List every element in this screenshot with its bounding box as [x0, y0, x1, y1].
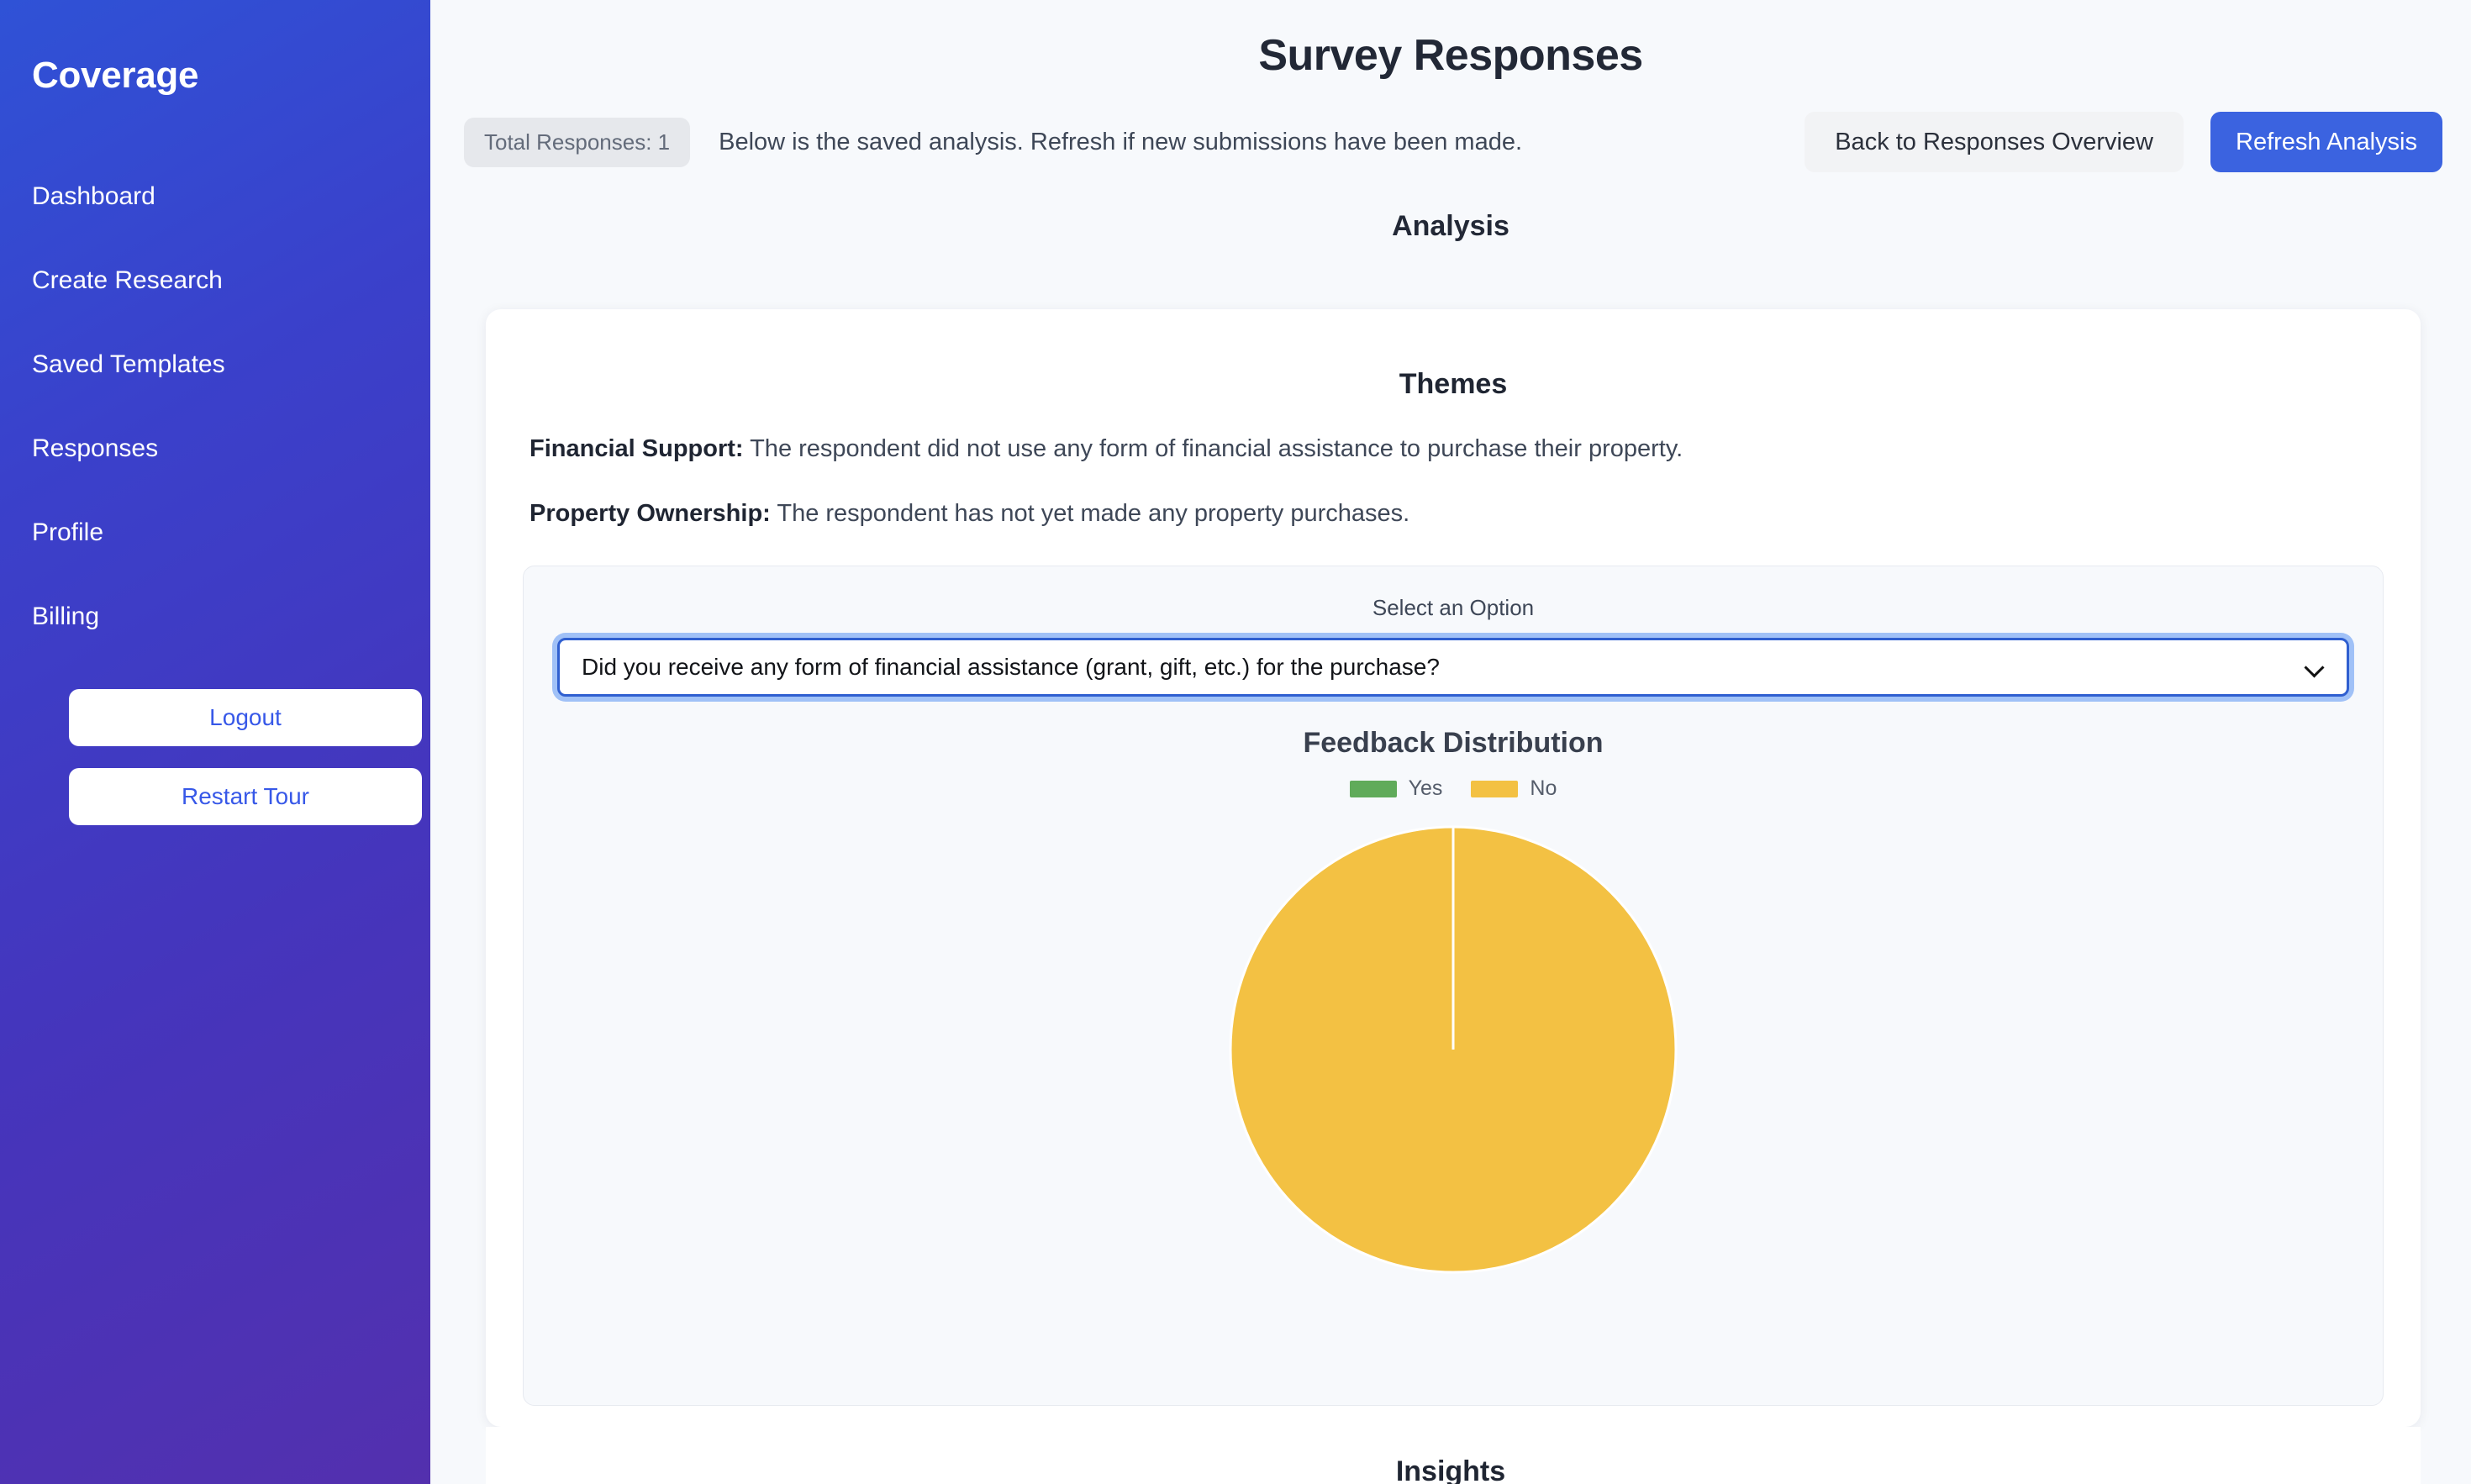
total-responses-badge: Total Responses: 1 — [464, 117, 691, 167]
themes-title: Themes — [1399, 368, 1508, 400]
back-to-responses-overview-button[interactable]: Back to Responses Overview — [1805, 112, 2184, 172]
pie-chart-area — [557, 823, 2349, 1276]
chart-panel: Select an Option Did you receive any for… — [523, 566, 2384, 1407]
sidebar-item-create-research[interactable]: Create Research — [30, 266, 390, 296]
sidebar-item-billing[interactable]: Billing — [30, 602, 390, 632]
theme-label: Financial Support: — [530, 435, 744, 462]
sidebar-item-dashboard[interactable]: Dashboard — [30, 182, 390, 212]
theme-financial-support: Financial Support: The respondent did no… — [523, 433, 2384, 466]
sidebar-item-profile[interactable]: Profile — [30, 518, 390, 548]
question-select-value: Did you receive any form of financial as… — [582, 654, 1440, 681]
question-select[interactable]: Did you receive any form of financial as… — [557, 638, 2349, 697]
insights-title: Insights — [1395, 1455, 1506, 1484]
theme-label: Property Ownership: — [530, 500, 771, 528]
chart-title: Feedback Distribution — [1303, 727, 1604, 760]
sidebar-nav: Dashboard Create Research Saved Template… — [30, 182, 390, 632]
main-content: Survey Responses Total Responses: 1 Belo… — [430, 0, 2471, 1484]
page-title: Survey Responses — [1258, 31, 1643, 80]
theme-text: The respondent did not use any form of f… — [743, 435, 1683, 462]
brand-title: Coverage — [32, 55, 199, 96]
legend-swatch-yes — [1349, 780, 1397, 797]
legend-item-no[interactable]: No — [1471, 776, 1557, 801]
chart-legend: Yes No — [557, 776, 2349, 801]
theme-text: The respondent has not yet made any prop… — [770, 500, 1410, 528]
logout-button[interactable]: Logout — [69, 689, 422, 747]
legend-swatch-no — [1471, 780, 1519, 797]
sidebar: Coverage Dashboard Create Research Saved… — [0, 0, 430, 1484]
legend-label-yes: Yes — [1408, 776, 1443, 801]
analysis-section-title: Analysis — [1392, 210, 1509, 242]
question-select-wrapper: Did you receive any form of financial as… — [557, 638, 2349, 697]
legend-label-no: No — [1530, 776, 1557, 801]
analysis-card: Themes Financial Support: The respondent… — [486, 309, 2421, 1427]
theme-property-ownership: Property Ownership: The respondent has n… — [523, 497, 2384, 530]
header-toolbar: Total Responses: 1 Below is the saved an… — [430, 109, 2471, 175]
app-root: Coverage Dashboard Create Research Saved… — [0, 0, 2471, 1484]
select-option-label: Select an Option — [1372, 595, 1535, 621]
restart-tour-button[interactable]: Restart Tour — [69, 768, 422, 826]
sidebar-item-saved-templates[interactable]: Saved Templates — [30, 350, 390, 380]
sidebar-item-responses[interactable]: Responses — [30, 434, 390, 464]
refresh-analysis-button[interactable]: Refresh Analysis — [2210, 112, 2442, 172]
legend-item-yes[interactable]: Yes — [1349, 776, 1443, 801]
header-description: Below is the saved analysis. Refresh if … — [719, 128, 1523, 155]
chevron-down-icon — [2305, 657, 2325, 677]
sidebar-actions: Logout Restart Tour — [69, 689, 422, 826]
feedback-distribution-pie-chart[interactable] — [1226, 823, 1680, 1276]
